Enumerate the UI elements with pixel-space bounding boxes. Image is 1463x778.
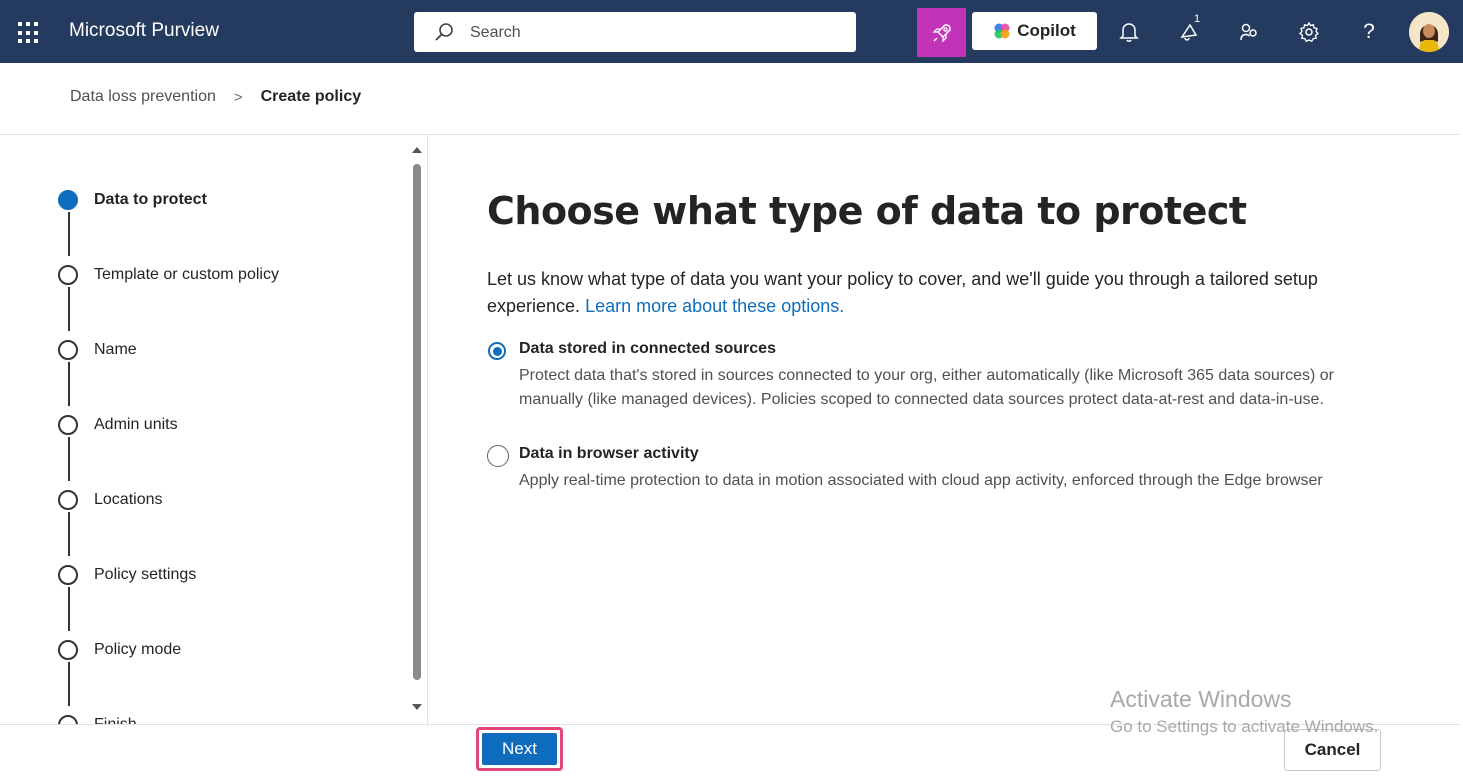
- chevron-right-icon: >: [233, 88, 243, 106]
- step-label: Data to protect: [94, 191, 207, 208]
- breadcrumb-current: Create policy: [260, 88, 362, 105]
- scroll-up-icon[interactable]: [412, 147, 422, 153]
- next-button[interactable]: Next: [476, 727, 563, 771]
- activate-windows-hint: Go to Settings to activate Windows.: [1110, 717, 1379, 736]
- step-indicator: [58, 565, 78, 585]
- top-bar: Microsoft Purview Copilot: [0, 0, 1463, 63]
- step-connector: [68, 362, 70, 406]
- step-indicator: [58, 265, 78, 285]
- search-icon: [435, 23, 453, 41]
- pane-divider: [427, 135, 428, 724]
- breadcrumb: Data loss prevention > Create policy: [70, 88, 361, 106]
- step-label: Locations: [94, 491, 163, 508]
- option-title: Data in browser activity: [519, 445, 699, 462]
- search-input[interactable]: [468, 20, 832, 46]
- step-indicator: [58, 490, 78, 510]
- step-connector: [68, 287, 70, 331]
- bell-icon[interactable]: [1117, 20, 1141, 44]
- activate-windows-watermark: Activate Windows: [1110, 686, 1292, 712]
- step-label: Admin units: [94, 416, 178, 433]
- copilot-button[interactable]: Copilot: [972, 12, 1097, 50]
- copilot-label: Copilot: [1017, 21, 1076, 40]
- next-label: Next: [482, 733, 557, 765]
- step-label: Template or custom policy: [94, 266, 279, 283]
- option-description: Protect data that's stored in sources co…: [519, 367, 1335, 408]
- step-label: Policy settings: [94, 566, 197, 583]
- avatar-image: [1409, 12, 1449, 52]
- notification-badge: 1: [1194, 13, 1201, 25]
- intro-text: Let us know what type of data you want y…: [487, 266, 1387, 320]
- steps-scrollbar[interactable]: [410, 142, 424, 718]
- copilot-icon: [994, 23, 1010, 39]
- breadcrumb-link-dlp[interactable]: Data loss prevention: [70, 88, 216, 106]
- step-indicator: [58, 715, 78, 724]
- learn-more-link[interactable]: Learn more about these options.: [585, 296, 844, 316]
- share-icon[interactable]: [1237, 20, 1261, 44]
- step-indicator: [58, 640, 78, 660]
- gear-icon[interactable]: [1297, 20, 1321, 44]
- step-connector: [68, 512, 70, 556]
- option-title: Data stored in connected sources: [519, 340, 776, 357]
- step-connector: [68, 437, 70, 481]
- step-label: Policy mode: [94, 641, 182, 658]
- step-label: Finish: [94, 716, 137, 724]
- wizard-steps: Data to protect Template or custom polic…: [0, 135, 427, 724]
- rocket-icon: [931, 23, 951, 43]
- step-indicator: [58, 340, 78, 360]
- step-indicator: [58, 415, 78, 435]
- option-description: Apply real-time protection to data in mo…: [519, 472, 1323, 489]
- waffle-icon[interactable]: [18, 22, 40, 44]
- step-connector: [68, 587, 70, 631]
- rocket-button[interactable]: [917, 8, 966, 57]
- radio-connected-sources[interactable]: [488, 342, 506, 360]
- scrollbar-thumb[interactable]: [413, 164, 421, 680]
- step-connector: [68, 662, 70, 706]
- step-connector: [68, 212, 70, 256]
- avatar[interactable]: [1409, 12, 1449, 52]
- radio-browser-activity[interactable]: [487, 445, 509, 467]
- app-title[interactable]: Microsoft Purview: [69, 20, 219, 42]
- step-label: Name: [94, 341, 137, 358]
- step-indicator-active: [58, 190, 78, 210]
- page-title: Choose what type of data to protect: [487, 189, 1247, 233]
- search-box[interactable]: [414, 12, 856, 52]
- help-icon[interactable]: ?: [1357, 20, 1381, 44]
- scroll-down-icon[interactable]: [412, 704, 422, 710]
